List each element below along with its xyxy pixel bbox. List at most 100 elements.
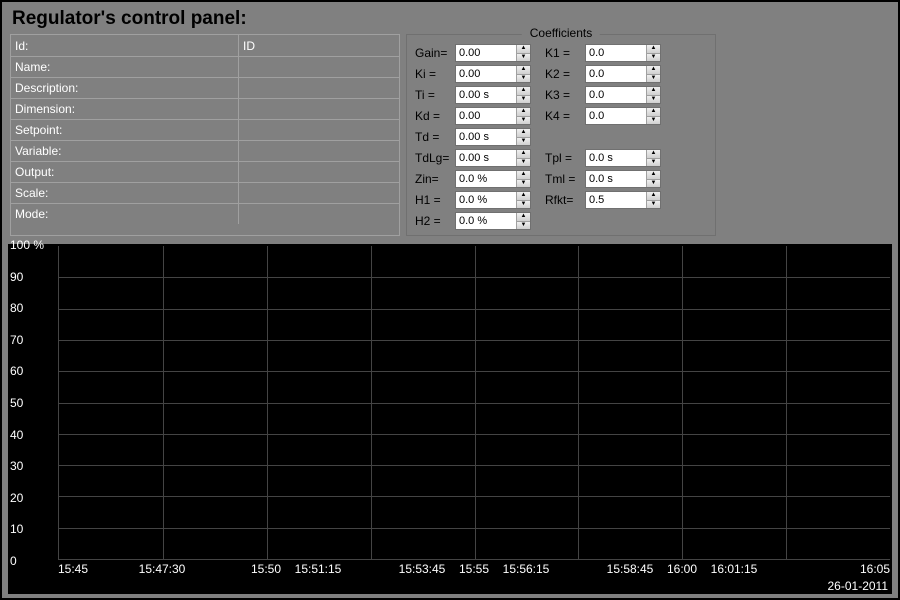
spin-box[interactable]: ▲▼ <box>585 86 661 104</box>
spin-up-icon[interactable]: ▲ <box>647 192 660 200</box>
property-row: Dimension: <box>11 98 399 119</box>
coefficient-row: K3 =▲▼ <box>545 85 661 105</box>
spin-box[interactable]: ▲▼ <box>455 86 531 104</box>
spin-down-icon[interactable]: ▼ <box>647 116 660 125</box>
property-value: ID <box>239 35 399 56</box>
y-tick-label: 80 <box>10 301 23 315</box>
spin-down-icon[interactable]: ▼ <box>517 221 530 230</box>
spin-box[interactable]: ▲▼ <box>585 107 661 125</box>
property-label: Scale: <box>11 183 239 203</box>
spin-up-icon[interactable]: ▲ <box>517 66 530 74</box>
coefficient-row: K4 =▲▼ <box>545 106 661 126</box>
spin-down-icon[interactable]: ▼ <box>647 74 660 83</box>
spin-up-icon[interactable]: ▲ <box>517 87 530 95</box>
coefficients-legend: Coefficients <box>522 26 600 40</box>
coefficient-row: Gain=▲▼ <box>415 43 531 63</box>
spin-box[interactable]: ▲▼ <box>455 107 531 125</box>
coefficient-row: TdLg=▲▼ <box>415 148 531 168</box>
spin-input[interactable] <box>586 150 646 166</box>
spin-input[interactable] <box>456 87 516 103</box>
y-tick-label: 10 <box>10 522 23 536</box>
spin-down-icon[interactable]: ▼ <box>517 74 530 83</box>
spin-box[interactable]: ▲▼ <box>455 212 531 230</box>
coefficient-label: K2 = <box>545 67 585 81</box>
spin-box[interactable]: ▲▼ <box>585 191 661 209</box>
spin-box[interactable]: ▲▼ <box>455 149 531 167</box>
x-tick-label: 15:47:30 <box>139 562 186 576</box>
property-value <box>239 78 399 98</box>
spin-up-icon[interactable]: ▲ <box>647 171 660 179</box>
spin-down-icon[interactable]: ▼ <box>647 53 660 62</box>
spin-down-icon[interactable]: ▼ <box>517 116 530 125</box>
spin-input[interactable] <box>586 171 646 187</box>
spin-down-icon[interactable]: ▼ <box>517 179 530 188</box>
spin-down-icon[interactable]: ▼ <box>647 95 660 104</box>
coefficient-label: H1 = <box>415 193 455 207</box>
y-tick-label: 70 <box>10 333 23 347</box>
spin-down-icon[interactable]: ▼ <box>517 158 530 167</box>
spin-up-icon[interactable]: ▲ <box>647 87 660 95</box>
coefficients-column-right: K1 =▲▼K2 =▲▼K3 =▲▼K4 =▲▼Tpl =▲▼Tml =▲▼Rf… <box>545 43 661 231</box>
x-tick-label: 15:45 <box>58 562 88 576</box>
x-tick-label: 15:58:45 <box>607 562 654 576</box>
panel-title: Regulator's control panel: <box>2 2 898 34</box>
spin-box[interactable]: ▲▼ <box>585 44 661 62</box>
spin-up-icon[interactable]: ▲ <box>647 150 660 158</box>
spin-input[interactable] <box>586 192 646 208</box>
spin-up-icon[interactable]: ▲ <box>517 192 530 200</box>
spin-box[interactable]: ▲▼ <box>455 65 531 83</box>
spin-up-icon[interactable]: ▲ <box>517 213 530 221</box>
property-label: Setpoint: <box>11 120 239 140</box>
spin-input[interactable] <box>456 45 516 61</box>
spin-input[interactable] <box>456 108 516 124</box>
spin-down-icon[interactable]: ▼ <box>647 158 660 167</box>
spin-up-icon[interactable]: ▲ <box>647 66 660 74</box>
property-value <box>239 120 399 140</box>
spin-input[interactable] <box>456 150 516 166</box>
spin-up-icon[interactable]: ▲ <box>517 150 530 158</box>
spin-up-icon[interactable]: ▲ <box>517 45 530 53</box>
spin-up-icon[interactable]: ▲ <box>517 171 530 179</box>
spin-box[interactable]: ▲▼ <box>585 65 661 83</box>
spin-input[interactable] <box>456 129 516 145</box>
spin-input[interactable] <box>586 45 646 61</box>
spin-box[interactable]: ▲▼ <box>585 170 661 188</box>
plot-area[interactable] <box>58 246 890 560</box>
spin-down-icon[interactable]: ▼ <box>647 179 660 188</box>
coefficient-row: Ki =▲▼ <box>415 64 531 84</box>
property-label: Description: <box>11 78 239 98</box>
spin-box[interactable]: ▲▼ <box>455 170 531 188</box>
spin-up-icon[interactable]: ▲ <box>647 45 660 53</box>
spin-box[interactable]: ▲▼ <box>455 191 531 209</box>
coefficient-label: TdLg= <box>415 151 455 165</box>
spin-down-icon[interactable]: ▼ <box>517 200 530 209</box>
spin-box[interactable]: ▲▼ <box>455 44 531 62</box>
spin-input[interactable] <box>456 171 516 187</box>
property-label: Output: <box>11 162 239 182</box>
property-value <box>239 57 399 77</box>
spin-down-icon[interactable]: ▼ <box>517 53 530 62</box>
spin-down-icon[interactable]: ▼ <box>647 200 660 209</box>
spin-up-icon[interactable]: ▲ <box>517 129 530 137</box>
coefficient-label: Td = <box>415 130 455 144</box>
spin-input[interactable] <box>586 87 646 103</box>
spin-up-icon[interactable]: ▲ <box>647 108 660 116</box>
coefficient-row: Rfkt=▲▼ <box>545 190 661 210</box>
coefficient-row: Ti =▲▼ <box>415 85 531 105</box>
coefficient-label: H2 = <box>415 214 455 228</box>
spin-input[interactable] <box>456 66 516 82</box>
spin-input[interactable] <box>456 192 516 208</box>
property-row: Description: <box>11 77 399 98</box>
spin-down-icon[interactable]: ▼ <box>517 137 530 146</box>
spin-box[interactable]: ▲▼ <box>455 128 531 146</box>
spin-up-icon[interactable]: ▲ <box>517 108 530 116</box>
spin-input[interactable] <box>586 66 646 82</box>
coefficient-label: Gain= <box>415 46 455 60</box>
spin-box[interactable]: ▲▼ <box>585 149 661 167</box>
spin-input[interactable] <box>456 213 516 229</box>
coefficients-column-left: Gain=▲▼Ki =▲▼Ti =▲▼Kd =▲▼Td =▲▼TdLg=▲▼Zi… <box>415 43 531 231</box>
spin-input[interactable] <box>586 108 646 124</box>
x-tick-label: 16:00 <box>667 562 697 576</box>
property-value <box>239 141 399 161</box>
spin-down-icon[interactable]: ▼ <box>517 95 530 104</box>
